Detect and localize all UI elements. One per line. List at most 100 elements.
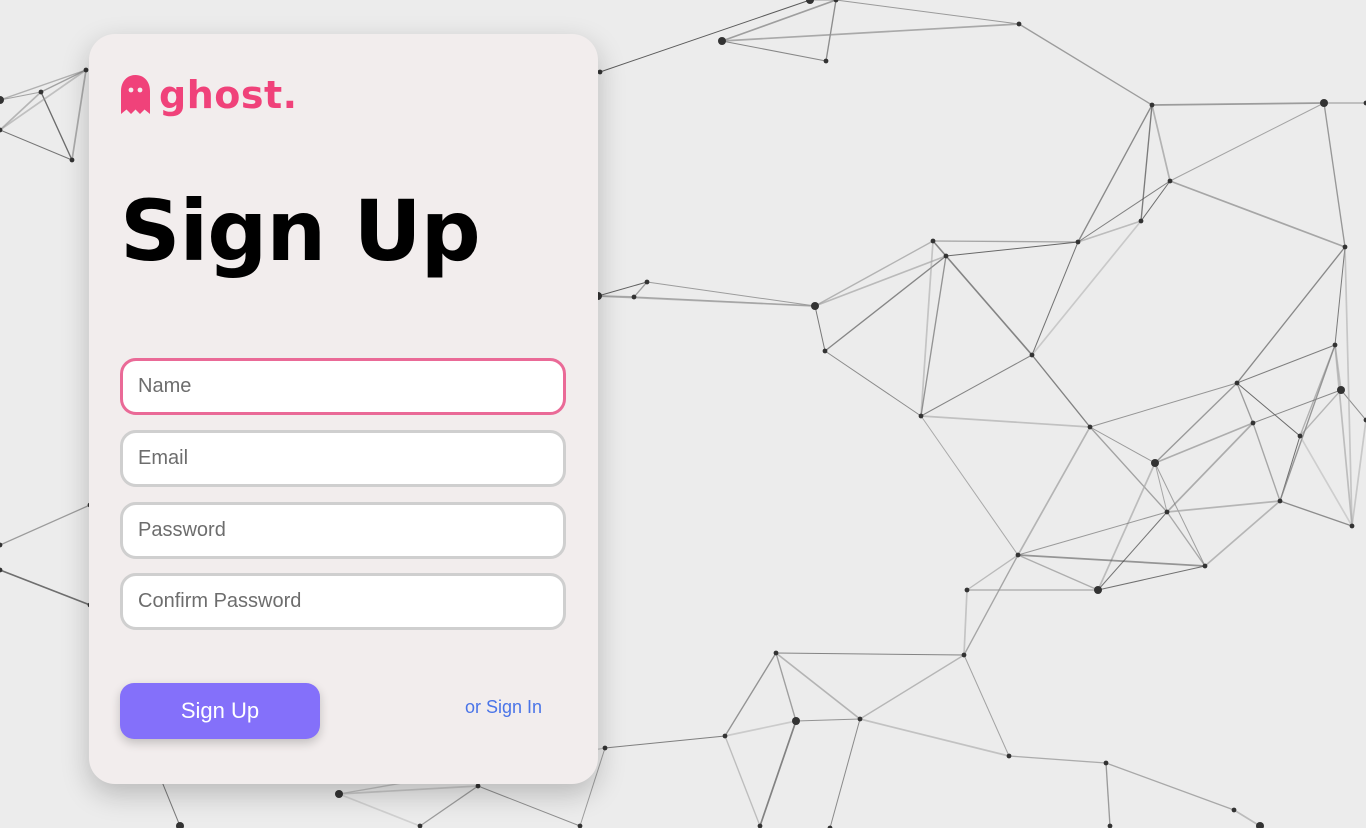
network-edge (1154, 462, 1206, 567)
network-edge (724, 652, 777, 737)
page-title: Sign Up (120, 182, 481, 280)
network-edge (1105, 762, 1235, 811)
network-node (1094, 586, 1102, 594)
network-edge (1077, 180, 1171, 243)
network-node (644, 279, 650, 285)
network-node (806, 0, 814, 4)
network-edge (1017, 426, 1091, 556)
network-edge (814, 305, 826, 352)
network-edge (477, 785, 581, 827)
network-edge (1236, 382, 1254, 424)
network-edge (1008, 755, 1107, 764)
network-edge (1097, 511, 1168, 591)
network-node (1075, 239, 1081, 245)
network-edge (1166, 511, 1206, 567)
network-edge (1089, 426, 1168, 513)
network-node (1250, 420, 1256, 426)
network-node (918, 413, 924, 419)
network-node (1167, 178, 1173, 184)
network-edge (1017, 554, 1206, 567)
network-edge (814, 255, 947, 307)
network-node (1332, 342, 1338, 348)
network-node (1006, 753, 1012, 759)
network-edge (920, 415, 1019, 556)
network-edge (1017, 554, 1099, 591)
network-edge (1151, 102, 1325, 106)
network-edge (829, 718, 861, 828)
network-node (1138, 218, 1144, 224)
network-node (1107, 823, 1113, 828)
network-node (823, 58, 829, 64)
network-node (38, 89, 44, 95)
name-field[interactable] (120, 358, 566, 415)
signup-button[interactable]: Sign Up (120, 683, 320, 739)
network-node (1256, 822, 1264, 828)
network-edge (1166, 500, 1281, 513)
network-node (0, 542, 3, 548)
network-node (857, 716, 863, 722)
network-node (833, 0, 839, 3)
network-edge (1252, 389, 1342, 424)
network-node (176, 822, 184, 828)
brand-logo: ghost. (120, 72, 298, 118)
network-node (335, 790, 343, 798)
network-edge (724, 735, 761, 827)
network-node (1231, 807, 1237, 813)
network-node (1015, 552, 1021, 558)
network-edge (932, 240, 1079, 243)
network-edge (0, 69, 87, 131)
network-edge (963, 589, 968, 656)
network-node (943, 253, 949, 259)
signin-link[interactable]: or Sign In (465, 697, 542, 718)
network-edge (775, 652, 965, 656)
network-edge (963, 654, 1010, 757)
network-edge (963, 554, 1019, 656)
network-edge (1097, 565, 1206, 591)
network-node (1202, 563, 1208, 569)
network-edge (597, 281, 648, 297)
network-node (722, 733, 728, 739)
network-edge (795, 718, 861, 722)
network-edge (1031, 241, 1079, 356)
network-edge (1323, 102, 1346, 248)
network-node (1297, 433, 1303, 439)
password-field[interactable] (120, 502, 566, 559)
email-field[interactable] (120, 430, 566, 487)
network-edge (1252, 422, 1281, 502)
network-edge (0, 569, 91, 606)
network-node (0, 96, 4, 104)
network-edge (1279, 500, 1353, 527)
network-edge (775, 652, 861, 720)
network-edge (40, 91, 73, 161)
network-edge (759, 720, 797, 827)
network-node (1087, 424, 1093, 430)
network-edge (920, 255, 947, 417)
network-edge (814, 240, 934, 307)
network-edge (1204, 500, 1281, 567)
network-edge (724, 720, 797, 737)
network-edge (824, 350, 922, 417)
network-node (718, 37, 726, 45)
network-edge (604, 735, 726, 749)
network-edge (775, 652, 797, 722)
network-edge (721, 40, 827, 62)
network-edge (945, 241, 1079, 257)
network-node (1164, 509, 1170, 515)
network-edge (1017, 511, 1168, 556)
network-node (83, 67, 89, 73)
network-node (1320, 99, 1328, 107)
network-edge (966, 554, 1019, 591)
network-edge (1299, 389, 1342, 437)
network-edge (1151, 104, 1171, 182)
confirm-password-field[interactable] (120, 573, 566, 630)
network-node (69, 157, 75, 163)
network-node (1342, 244, 1348, 250)
network-node (811, 302, 819, 310)
network-edge (1031, 354, 1091, 428)
network-edge (71, 69, 87, 161)
network-edge (1166, 422, 1254, 513)
network-node (577, 823, 583, 828)
network-edge (859, 718, 1010, 757)
network-edge (1018, 23, 1153, 106)
network-node (964, 587, 970, 593)
